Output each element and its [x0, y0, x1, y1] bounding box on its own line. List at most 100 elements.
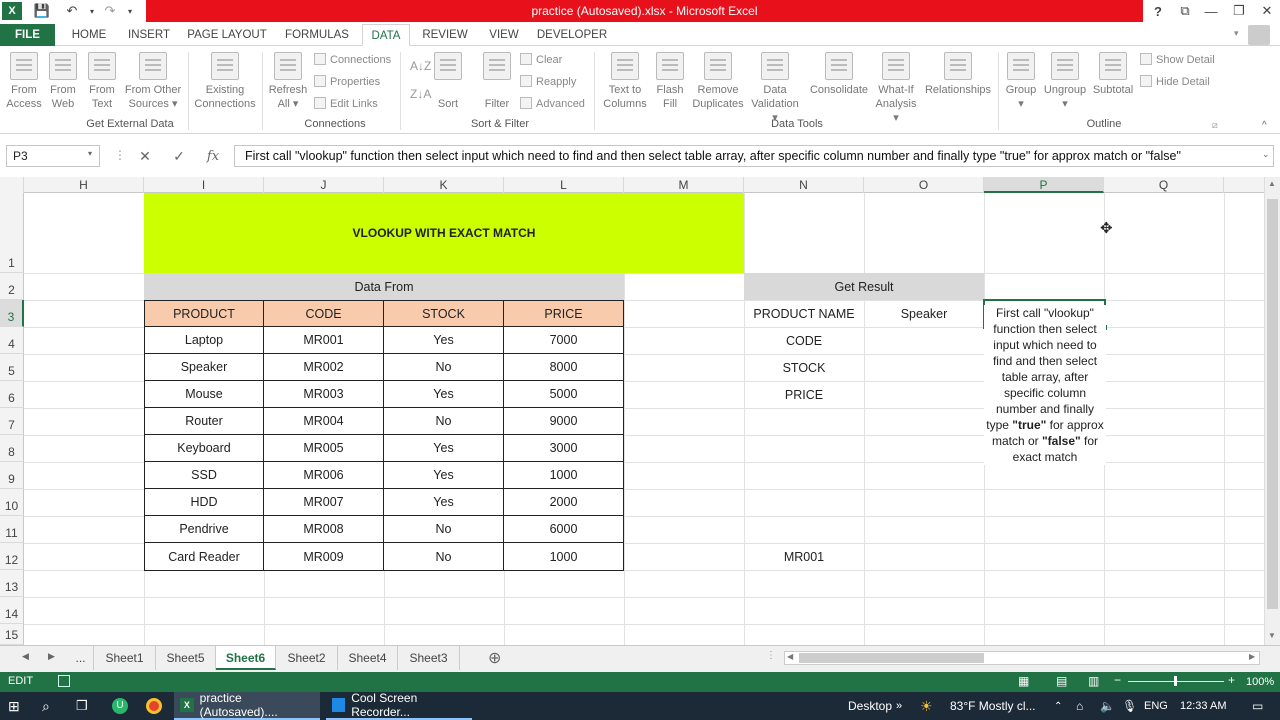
existing-connections-button[interactable]: Existing Connections — [192, 50, 258, 111]
expand-formula-bar-icon[interactable]: ⌄ — [1262, 149, 1270, 160]
row-header-13[interactable]: 13 — [0, 570, 24, 597]
result-label-product-name[interactable]: PRODUCT NAME — [744, 300, 864, 327]
sort-z-a-icon[interactable]: Z↓A — [410, 84, 431, 104]
tab-file[interactable]: FILE — [0, 24, 55, 46]
scroll-left-icon[interactable]: ◀ — [787, 652, 793, 661]
consolidate-button[interactable]: Consolidate — [806, 50, 872, 97]
row-header-1[interactable]: 1 — [0, 193, 24, 273]
desktop-toolbar[interactable]: Desktop — [848, 692, 892, 720]
restore-icon[interactable]: ❐ — [1224, 0, 1254, 22]
close-icon[interactable]: ✕ — [1252, 0, 1280, 22]
tab-page-layout[interactable]: PAGE LAYOUT — [184, 24, 270, 46]
windows-start-icon[interactable]: ⊞ — [8, 692, 20, 720]
flash-fill-button[interactable]: Flash Fill — [654, 50, 686, 111]
table-cell[interactable]: 9000 — [504, 408, 624, 435]
horizontal-scrollbar[interactable]: ◀ ▶ — [784, 651, 1260, 665]
table-header-price[interactable]: PRICE — [504, 300, 624, 327]
result-label-price[interactable]: PRICE — [744, 381, 864, 408]
column-header-l[interactable]: L — [504, 177, 624, 193]
zoom-slider-thumb[interactable] — [1174, 676, 1177, 686]
refresh-all-button[interactable]: Refresh All ▾ — [266, 50, 310, 111]
zoom-out-icon[interactable]: − — [1114, 673, 1121, 687]
table-header-code[interactable]: CODE — [264, 300, 384, 327]
help-button[interactable]: ? — [1143, 0, 1173, 22]
remove-duplicates-button[interactable]: Remove Duplicates — [690, 50, 746, 111]
tab-split-grip-icon[interactable]: ⋮ — [766, 650, 776, 661]
table-header-stock[interactable]: STOCK — [384, 300, 504, 327]
table-cell[interactable]: MR002 — [264, 354, 384, 381]
sort-a-z-icon[interactable]: A↓Z — [410, 56, 431, 76]
table-cell[interactable]: 7000 — [504, 327, 624, 354]
sheet-tab-sheet6[interactable]: Sheet6 — [216, 646, 276, 670]
data-from-header[interactable]: Data From — [144, 273, 624, 300]
sheet-tab-sheet4[interactable]: Sheet4 — [338, 646, 398, 670]
tab-home[interactable]: HOME — [62, 24, 116, 46]
hide-detail-button[interactable]: Hide Detail — [1140, 72, 1210, 92]
macro-record-icon[interactable] — [58, 675, 70, 687]
quick-access-dropdown-icon[interactable]: ▾ — [120, 2, 140, 20]
select-all-corner[interactable] — [0, 177, 24, 193]
tab-data[interactable]: DATA — [362, 24, 410, 46]
table-cell[interactable]: 6000 — [504, 516, 624, 543]
table-cell[interactable]: SSD — [144, 462, 264, 489]
table-cell[interactable]: Card Reader — [144, 543, 264, 571]
language-indicator[interactable]: ENG — [1144, 692, 1168, 720]
undo-dropdown-icon[interactable]: ▾ — [82, 2, 102, 20]
get-result-header[interactable]: Get Result — [744, 273, 984, 300]
clear-button[interactable]: Clear — [520, 50, 562, 70]
weather-icon[interactable]: ☀ — [920, 692, 933, 720]
table-cell[interactable]: MR007 — [264, 489, 384, 516]
row-header-5[interactable]: 5 — [0, 354, 24, 381]
tray-expand-icon[interactable]: ⌃ — [1054, 692, 1062, 720]
sheet-tabs-ellipsis[interactable]: ... — [68, 646, 94, 670]
formula-input[interactable]: First call "vlookup" function then selec… — [234, 145, 1274, 167]
row-header-11[interactable]: 11 — [0, 516, 24, 543]
sheet-tab-sheet5[interactable]: Sheet5 — [156, 646, 216, 670]
save-icon[interactable]: 💾 — [32, 2, 52, 20]
data-validation-button[interactable]: Data Validation ▾ — [748, 50, 802, 125]
task-view-icon[interactable]: ❒ — [76, 692, 88, 720]
table-cell[interactable]: 8000 — [504, 354, 624, 381]
sheet-tab-sheet2[interactable]: Sheet2 — [276, 646, 338, 670]
column-header-i[interactable]: I — [144, 177, 264, 193]
filter-button[interactable]: Filter — [480, 50, 514, 111]
vertical-scrollbar[interactable]: ▲ ▼ — [1264, 177, 1280, 645]
connections-button[interactable]: Connections — [314, 50, 391, 70]
table-cell[interactable]: MR009 — [264, 543, 384, 571]
table-cell[interactable]: Yes — [384, 327, 504, 354]
from-text-button[interactable]: From Text — [86, 50, 118, 111]
row-header-7[interactable]: 7 — [0, 408, 24, 435]
row-header-3[interactable]: 3 — [0, 300, 24, 327]
name-box-dropdown-icon[interactable]: ▾ — [88, 149, 92, 158]
table-cell[interactable]: Yes — [384, 435, 504, 462]
table-cell[interactable]: 5000 — [504, 381, 624, 408]
result-label-stock[interactable]: STOCK — [744, 354, 864, 381]
what-if-analysis-button[interactable]: What-If Analysis ▾ — [872, 50, 920, 125]
enter-icon[interactable]: ✓ — [166, 145, 192, 167]
normal-view-icon[interactable]: ▦ — [1018, 674, 1029, 688]
table-cell[interactable]: Yes — [384, 381, 504, 408]
tab-insert[interactable]: INSERT — [122, 24, 176, 46]
table-cell[interactable]: Pendrive — [144, 516, 264, 543]
tab-developer[interactable]: DEVELOPER — [534, 24, 610, 46]
tab-view[interactable]: VIEW — [482, 24, 526, 46]
row-header-10[interactable]: 10 — [0, 489, 24, 516]
table-cell[interactable]: MR003 — [264, 381, 384, 408]
clock[interactable]: 12:33 AM — [1180, 692, 1226, 720]
table-header-product[interactable]: PRODUCT — [144, 300, 264, 327]
page-layout-view-icon[interactable]: ▤ — [1056, 674, 1067, 688]
insert-function-icon[interactable]: fx — [200, 145, 226, 167]
table-cell[interactable]: HDD — [144, 489, 264, 516]
weather-text[interactable]: 83°F Mostly cl... — [950, 692, 1035, 720]
cell-p3-editing-text[interactable]: First call "vlookup" function then selec… — [984, 305, 1106, 465]
column-header-o[interactable]: O — [864, 177, 984, 193]
result-input-product[interactable]: Speaker — [864, 300, 984, 327]
from-access-button[interactable]: From Access — [6, 50, 42, 111]
microphone-icon[interactable]: 🎙 — [1122, 692, 1137, 720]
new-sheet-button[interactable]: ⊕ — [488, 648, 501, 668]
table-cell[interactable]: MR004 — [264, 408, 384, 435]
table-cell[interactable]: MR008 — [264, 516, 384, 543]
row-header-2[interactable]: 2 — [0, 273, 24, 300]
advanced-button[interactable]: Advanced — [520, 94, 585, 114]
edit-links-button[interactable]: Edit Links — [314, 94, 378, 114]
